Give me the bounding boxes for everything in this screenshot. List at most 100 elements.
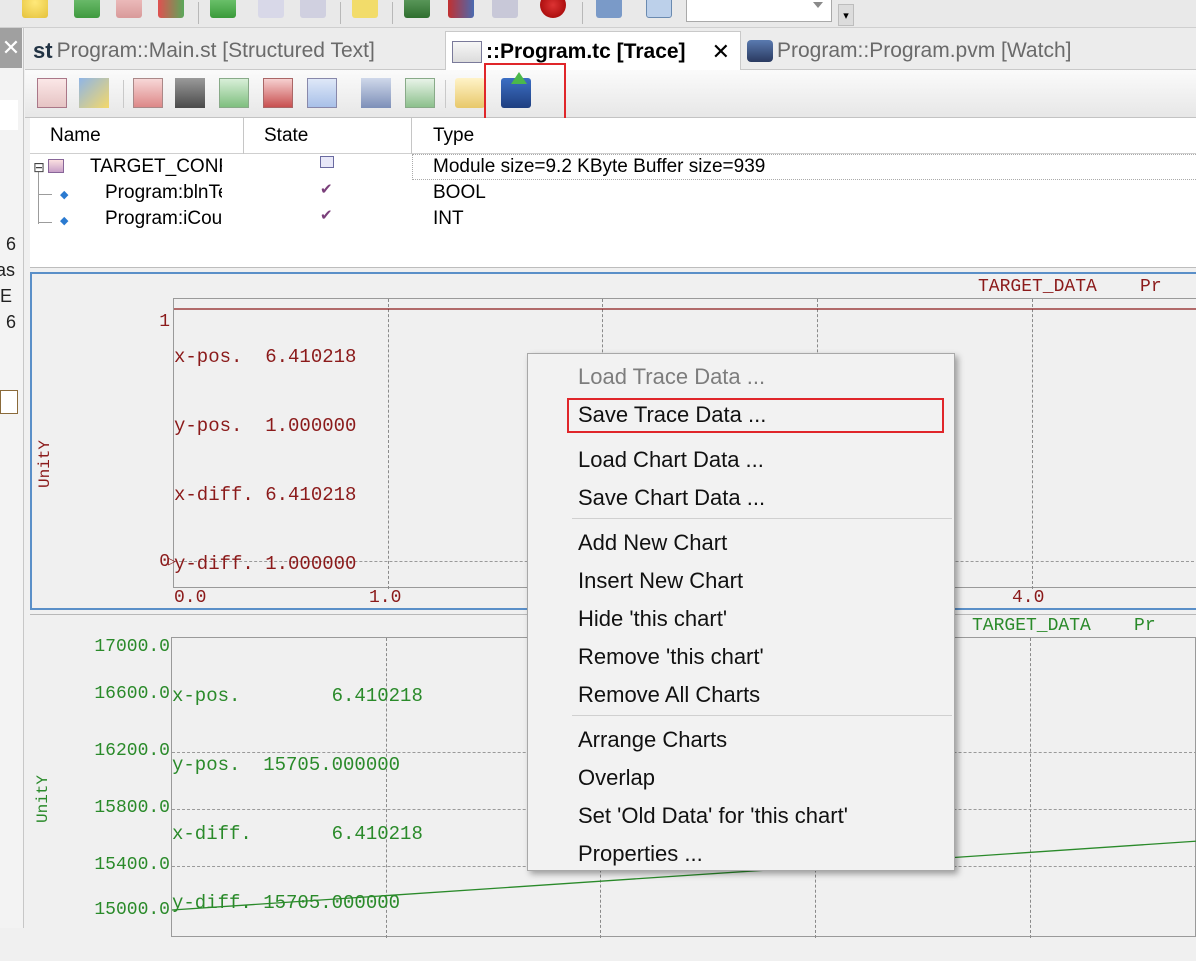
readout-x-pos: x-pos. 6.410218 bbox=[174, 346, 357, 368]
step-out-icon[interactable] bbox=[300, 0, 326, 18]
trace-stop-icon[interactable] bbox=[263, 78, 293, 108]
checkmark-icon: ✔ bbox=[320, 207, 333, 224]
trace-compare-icon[interactable] bbox=[307, 78, 337, 108]
readout-y-pos: y-pos. 15705.000000 bbox=[172, 754, 401, 776]
variable-list-header: Name State Type bbox=[30, 118, 1196, 154]
y-tick-label: 15800.0 bbox=[94, 798, 170, 818]
tab-main-st[interactable]: st Program::Main.st [Structured Text] bbox=[33, 31, 445, 70]
close-icon[interactable]: ✕ bbox=[0, 28, 22, 68]
x-tick-label: 4.0 bbox=[1012, 588, 1045, 608]
table-row[interactable]: ◆ Program:blnTest ✔ BOOL bbox=[30, 180, 1196, 206]
row-name: Program:blnTest bbox=[105, 182, 222, 203]
variable-icon: ◆ bbox=[60, 215, 69, 227]
fb-icon[interactable] bbox=[646, 0, 672, 18]
trace-chart-icon[interactable] bbox=[37, 78, 67, 108]
tab-label: ::Program.tc [Trace] bbox=[486, 40, 686, 63]
trace-toolbar bbox=[25, 70, 1196, 118]
y-axis-title: UnitY bbox=[34, 774, 52, 823]
trace-edit-icon[interactable] bbox=[79, 78, 109, 108]
left-fragment-3: E bbox=[0, 286, 13, 306]
readout-y-diff: y-diff. 1.000000 bbox=[174, 553, 357, 575]
row-name: Program:iCount bbox=[105, 208, 222, 229]
cpu-icon[interactable] bbox=[492, 0, 518, 18]
menu-item-overlap[interactable]: Overlap bbox=[578, 763, 655, 793]
trace-add-icon[interactable] bbox=[133, 78, 163, 108]
variable-list: ⊟ TARGET_CONFIG Module size=9.2 KByte Bu… bbox=[30, 154, 1196, 268]
trace-upload-icon[interactable] bbox=[405, 78, 435, 108]
toolbar-combo-box[interactable] bbox=[686, 0, 832, 22]
column-name[interactable]: Name bbox=[50, 118, 101, 154]
y-tick-label: 15400.0 bbox=[94, 855, 170, 875]
chart-legend: TARGET_DATA Pr bbox=[972, 616, 1156, 636]
download-icon[interactable] bbox=[404, 0, 430, 18]
trace-chart-icon bbox=[452, 41, 482, 64]
menu-item-properties[interactable]: Properties ... bbox=[578, 839, 703, 869]
toolbar-overflow-button[interactable]: ▾ bbox=[838, 4, 854, 26]
step-over-icon[interactable] bbox=[258, 0, 284, 18]
binoculars-icon bbox=[747, 40, 773, 63]
readout-y-diff: y-diff. 15705.000000 bbox=[172, 892, 401, 914]
close-icon[interactable]: ✕ bbox=[712, 32, 730, 72]
column-type[interactable]: Type bbox=[433, 118, 474, 154]
left-fragment-4: 6 bbox=[6, 312, 17, 332]
red-green-arrow-icon[interactable] bbox=[158, 0, 184, 18]
trace-start-icon[interactable] bbox=[219, 78, 249, 108]
state-icon bbox=[320, 156, 334, 168]
row-name: TARGET_CONFIG bbox=[90, 156, 222, 177]
marker-icon: ▷ bbox=[168, 554, 176, 569]
network-icon[interactable] bbox=[596, 0, 622, 18]
y-axis-title: UnitY bbox=[36, 439, 54, 488]
editor-tab-strip: st Program::Main.st [Structured Text] ::P… bbox=[25, 28, 1196, 70]
structured-text-icon: st bbox=[33, 38, 53, 64]
menu-item-remove-all-charts[interactable]: Remove All Charts bbox=[578, 680, 760, 710]
readout-x-pos: x-pos. 6.410218 bbox=[172, 685, 423, 707]
menu-item-remove-this-chart[interactable]: Remove 'this chart' bbox=[578, 642, 764, 672]
y-tick-label: 17000.0 bbox=[94, 637, 170, 657]
play-icon[interactable] bbox=[210, 0, 236, 18]
transfer-icon[interactable] bbox=[448, 0, 474, 18]
bug-icon[interactable] bbox=[540, 0, 566, 18]
chevron-down-icon bbox=[813, 2, 823, 8]
readout-x-diff: x-diff. 6.410218 bbox=[172, 823, 423, 845]
menu-item-load-chart-data[interactable]: Load Chart Data ... bbox=[578, 445, 764, 475]
menu-item-set-old-data[interactable]: Set 'Old Data' for 'this chart' bbox=[578, 801, 848, 831]
readout-y-pos: y-pos. 1.000000 bbox=[174, 415, 357, 437]
menu-item-insert-new-chart[interactable]: Insert New Chart bbox=[578, 566, 743, 596]
menu-item-save-chart-data[interactable]: Save Chart Data ... bbox=[578, 483, 765, 513]
green-down-arrow-icon[interactable] bbox=[74, 0, 100, 18]
row-type: INT bbox=[433, 208, 464, 229]
trace-window-icon[interactable] bbox=[361, 78, 391, 108]
left-fragment-2: as bbox=[0, 260, 16, 280]
column-state[interactable]: State bbox=[264, 118, 308, 154]
checkmark-icon: ✔ bbox=[320, 181, 333, 198]
left-fragment-1: 6 bbox=[6, 234, 17, 254]
pink-down-arrow-icon[interactable] bbox=[116, 0, 142, 18]
tab-label: Program::Program.pvm [Watch] bbox=[777, 39, 1072, 62]
chart-legend: TARGET_DATA Pr bbox=[978, 277, 1162, 297]
row-type: BOOL bbox=[433, 182, 486, 203]
lightbulb-icon[interactable] bbox=[22, 0, 48, 18]
tab-watch[interactable]: Program::Program.pvm [Watch] bbox=[747, 31, 1147, 70]
y-tick-label: 16600.0 bbox=[94, 684, 170, 704]
cursor-readout: x-pos. 6.410218 y-pos. 1.000000 x-diff. … bbox=[174, 300, 356, 622]
left-side-panel: 6 as E 6 bbox=[0, 28, 24, 928]
expander-icon[interactable]: ⊟ bbox=[33, 154, 45, 180]
tag-icon[interactable] bbox=[352, 0, 378, 18]
menu-item-hide-this-chart[interactable]: Hide 'this chart' bbox=[578, 604, 727, 634]
menu-item-arrange-charts[interactable]: Arrange Charts bbox=[578, 725, 727, 755]
top-toolbar: ▾ bbox=[0, 0, 1196, 28]
tab-label: Program::Main.st [Structured Text] bbox=[56, 39, 375, 62]
menu-item-add-new-chart[interactable]: Add New Chart bbox=[578, 528, 727, 558]
menu-item-load-trace-data: Load Trace Data ... bbox=[578, 364, 766, 389]
trace-module-icon bbox=[48, 159, 64, 173]
open-folder-icon[interactable] bbox=[455, 78, 485, 108]
y-tick-label: 1 bbox=[159, 312, 170, 332]
y-tick-label: 0 bbox=[159, 552, 170, 572]
left-panel-box[interactable] bbox=[0, 390, 18, 414]
left-panel-field[interactable] bbox=[0, 100, 18, 130]
table-row[interactable]: ◆ Program:iCount ✔ INT bbox=[30, 206, 1196, 232]
trace-delete-icon[interactable] bbox=[175, 78, 205, 108]
cursor-readout: x-pos. 6.410218 y-pos. 15705.000000 x-di… bbox=[172, 639, 423, 961]
x-tick-label: 0.0 bbox=[174, 588, 207, 608]
y-tick-label: 16200.0 bbox=[94, 741, 170, 761]
